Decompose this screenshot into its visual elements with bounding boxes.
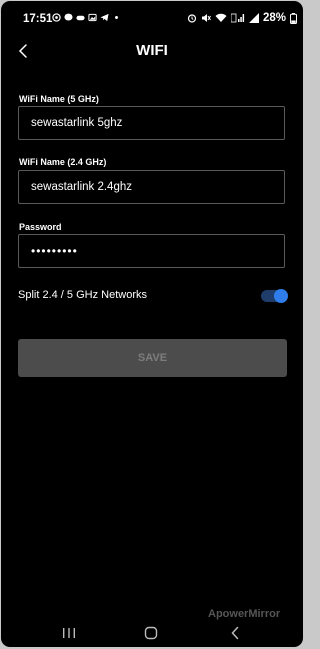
- wifi-5ghz-label: WiFi Name (5 GHz): [19, 94, 99, 104]
- password-label: Password: [19, 222, 62, 232]
- home-icon: [144, 626, 158, 640]
- wifi-icon: [215, 13, 227, 22]
- image-icon: [88, 13, 97, 22]
- volte-signal-icon: [230, 13, 245, 23]
- phone-screen: 17:51 28% WIFI WiFi Name (5 GHz) WiFi Na…: [1, 1, 303, 647]
- password-input[interactable]: [19, 235, 284, 267]
- password-field: [18, 234, 285, 268]
- messenger-icon: [64, 13, 73, 21]
- app-header: WIFI: [1, 37, 303, 67]
- notification-icons: [52, 13, 121, 22]
- wifi-5ghz-field: [18, 106, 285, 140]
- back-button[interactable]: [225, 623, 245, 643]
- home-button[interactable]: [141, 623, 161, 643]
- wifi-24ghz-input[interactable]: [19, 171, 284, 203]
- notification-dot-icon: [115, 16, 118, 19]
- split-networks-label: Split 2.4 / 5 GHz Networks: [18, 289, 147, 301]
- split-networks-row: Split 2.4 / 5 GHz Networks: [18, 288, 288, 304]
- toggle-knob: [274, 289, 288, 303]
- back-nav-icon: [231, 626, 239, 640]
- navigation-bar: [1, 619, 303, 647]
- telegram-icon: [100, 13, 109, 22]
- save-button[interactable]: SAVE: [18, 339, 287, 377]
- page-title: WIFI: [136, 42, 168, 59]
- split-networks-toggle[interactable]: [261, 289, 288, 303]
- system-icons: 28%: [187, 12, 297, 24]
- status-bar: 17:51 28%: [1, 1, 303, 37]
- recent-apps-button[interactable]: [59, 623, 79, 643]
- mute-icon: [201, 14, 211, 22]
- wifi-5ghz-input[interactable]: [19, 107, 284, 139]
- game-controller-icon: [76, 15, 85, 21]
- recent-apps-icon: [63, 628, 75, 638]
- wifi-24ghz-label: WiFi Name (2.4 GHz): [19, 157, 107, 167]
- alarm-icon: [187, 14, 197, 23]
- signal-strength-icon: [248, 13, 259, 23]
- whatsapp-icon: [52, 13, 61, 22]
- wifi-24ghz-field: [18, 170, 285, 204]
- battery-percentage: 28%: [262, 12, 286, 24]
- status-time: 17:51: [23, 13, 53, 25]
- battery-icon: [290, 12, 297, 24]
